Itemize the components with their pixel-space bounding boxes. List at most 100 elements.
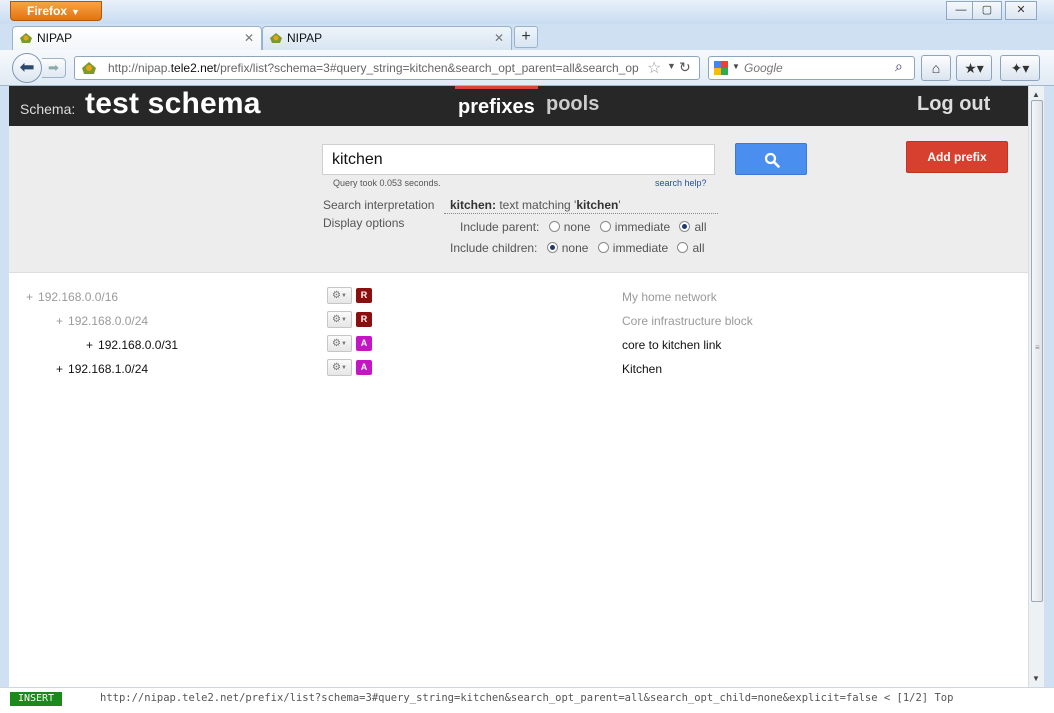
gear-menu-button[interactable]: ⚙▼ xyxy=(327,287,352,304)
search-icon[interactable]: ⌕ xyxy=(895,58,903,75)
close-tab-icon[interactable]: ✕ xyxy=(494,27,504,49)
site-identity-icon[interactable] xyxy=(81,61,97,75)
firefox-menu-label: Firefox xyxy=(27,4,68,18)
reload-icon[interactable]: ↻ xyxy=(679,59,697,76)
parent-none-option[interactable]: none xyxy=(548,220,590,234)
search-interpretation-label: Search interpretation xyxy=(323,198,435,212)
tab-nipap-2[interactable]: NIPAP ✕ xyxy=(262,26,512,50)
tab-label: NIPAP xyxy=(37,31,73,45)
prefix-address[interactable]: +192.168.0.0/31 xyxy=(86,338,178,352)
chevron-down-icon: ▼ xyxy=(71,7,80,17)
prefix-address[interactable]: +192.168.0.0/24 xyxy=(56,314,148,328)
children-none-option[interactable]: none xyxy=(546,241,588,255)
include-parent-label: Include parent: xyxy=(460,220,540,234)
prefix-description: Kitchen xyxy=(622,362,663,376)
home-button[interactable]: ⌂ xyxy=(921,55,951,81)
children-immediate-option[interactable]: immediate xyxy=(597,241,668,255)
include-parent-row: Include parent: none immediate all xyxy=(460,220,707,234)
include-children-row: Include children: none immediate all xyxy=(450,241,705,255)
expand-icon[interactable]: + xyxy=(56,362,63,376)
search-panel: Add prefix Query took 0.053 seconds. sea… xyxy=(9,126,1028,273)
prefix-description: My home network xyxy=(622,290,717,304)
address-bar[interactable]: http://nipap.tele2.net/prefix/list?schem… xyxy=(74,56,700,80)
tab-nipap-1[interactable]: NIPAP ✕ xyxy=(12,26,262,51)
tab-label: NIPAP xyxy=(287,31,323,45)
prefix-row[interactable]: +192.168.0.0/24 ⚙▼ R Core infrastructure… xyxy=(9,308,1028,332)
children-none-radio[interactable] xyxy=(546,242,558,253)
gear-menu-button[interactable]: ⚙▼ xyxy=(327,359,352,376)
search-interpretation[interactable]: kitchen: text matching 'kitchen' xyxy=(444,198,718,214)
expand-icon[interactable]: + xyxy=(86,338,93,352)
back-arrow-icon[interactable]: ⬅ xyxy=(12,53,42,83)
nav-pools[interactable]: pools xyxy=(546,93,599,116)
prefix-type-badge: A xyxy=(356,360,372,375)
search-input[interactable] xyxy=(322,144,715,175)
add-prefix-button[interactable]: Add prefix xyxy=(906,141,1008,173)
prefix-address[interactable]: +192.168.1.0/24 xyxy=(56,362,148,376)
new-tab-button[interactable]: + xyxy=(514,26,538,48)
prefix-description: Core infrastructure block xyxy=(622,314,753,328)
parent-immediate-radio[interactable] xyxy=(599,221,611,232)
page-viewport: Schema: test schema prefixes pools Log o… xyxy=(9,86,1028,687)
search-icon xyxy=(764,152,780,168)
logout-link[interactable]: Log out xyxy=(917,93,990,116)
prefix-type-badge: A xyxy=(356,336,372,351)
schema-name[interactable]: test schema xyxy=(85,87,261,121)
bookmark-star-icon[interactable]: ☆ xyxy=(647,58,661,78)
close-tab-icon[interactable]: ✕ xyxy=(244,27,254,49)
search-engine-placeholder: Google xyxy=(744,61,783,75)
prefix-row[interactable]: +192.168.1.0/24 ⚙▼ A Kitchen xyxy=(9,356,1028,380)
query-time: Query took 0.053 seconds. xyxy=(333,178,441,188)
nipap-favicon-icon xyxy=(20,33,32,43)
parent-none-radio[interactable] xyxy=(548,221,560,232)
tab-strip: NIPAP ✕ NIPAP ✕ + xyxy=(0,24,1054,51)
gear-menu-button[interactable]: ⚙▼ xyxy=(327,335,352,352)
addon-button[interactable]: ✦▾ xyxy=(1000,55,1040,81)
gear-menu-button[interactable]: ⚙▼ xyxy=(327,311,352,328)
search-button[interactable] xyxy=(735,143,807,175)
parent-immediate-option[interactable]: immediate xyxy=(599,220,670,234)
forward-arrow-icon[interactable]: ➡ xyxy=(42,58,66,78)
parent-all-radio[interactable] xyxy=(679,221,691,232)
scroll-up-icon[interactable]: ▲ xyxy=(1032,90,1040,99)
engine-dropdown-icon[interactable]: ▼ xyxy=(732,62,740,71)
prefix-type-badge: R xyxy=(356,288,372,303)
expand-icon[interactable]: + xyxy=(26,290,33,304)
prefix-type-badge: R xyxy=(356,312,372,327)
navigation-toolbar: ⬅ ➡ http://nipap.tele2.net/prefix/list?s… xyxy=(0,50,1054,86)
children-all-radio[interactable] xyxy=(677,242,689,253)
address-url: http://nipap.tele2.net/prefix/list?schem… xyxy=(108,61,639,75)
display-options-label: Display options xyxy=(323,216,405,230)
maximize-button[interactable]: ▢ xyxy=(972,1,1002,20)
app-header: Schema: test schema prefixes pools Log o… xyxy=(9,86,1028,126)
back-forward-group: ⬅ ➡ xyxy=(12,53,66,83)
prefix-row[interactable]: +192.168.0.0/16 ⚙▼ R My home network xyxy=(9,284,1028,308)
schema-label: Schema: xyxy=(20,101,76,117)
children-all-option[interactable]: all xyxy=(677,241,705,255)
scrollbar-thumb[interactable]: ≡ xyxy=(1031,100,1043,602)
prefix-row[interactable]: +192.168.0.0/31 ⚙▼ A core to kitchen lin… xyxy=(9,332,1028,356)
vertical-scrollbar[interactable]: ▲ ≡ ▼ xyxy=(1028,86,1044,687)
children-immediate-radio[interactable] xyxy=(597,242,609,253)
google-engine-icon[interactable] xyxy=(713,60,729,76)
status-bar: INSERT http://nipap.tele2.net/prefix/lis… xyxy=(0,687,1054,713)
scroll-down-icon[interactable]: ▼ xyxy=(1032,674,1040,683)
window-titlebar: Firefox ▼ — ▢ ✕ xyxy=(0,0,1054,24)
parent-all-option[interactable]: all xyxy=(679,220,707,234)
expand-icon[interactable]: + xyxy=(56,314,63,328)
web-search-box[interactable]: ▼ Google ⌕ xyxy=(708,56,915,80)
grip-icon: ≡ xyxy=(1035,343,1040,352)
bookmarks-button[interactable]: ★▾ xyxy=(956,55,992,81)
include-children-label: Include children: xyxy=(450,241,538,255)
close-window-button[interactable]: ✕ xyxy=(1005,1,1037,20)
nipap-favicon-icon xyxy=(270,33,282,43)
history-dropdown-icon[interactable]: ▼ xyxy=(667,61,676,71)
nav-prefixes[interactable]: prefixes xyxy=(455,86,538,126)
home-icon: ⌂ xyxy=(931,60,941,76)
prefix-description: core to kitchen link xyxy=(622,338,722,352)
status-url: http://nipap.tele2.net/prefix/list?schem… xyxy=(100,692,954,704)
firefox-menu-button[interactable]: Firefox ▼ xyxy=(10,1,102,21)
mode-indicator: INSERT xyxy=(10,692,62,706)
prefix-address[interactable]: +192.168.0.0/16 xyxy=(26,290,118,304)
search-help-link[interactable]: search help? xyxy=(655,178,707,188)
